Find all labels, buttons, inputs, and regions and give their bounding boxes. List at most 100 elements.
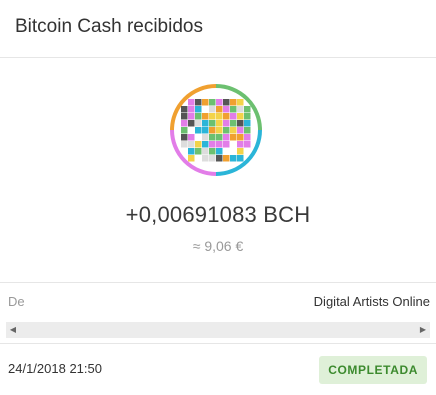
avatar — [166, 80, 266, 180]
identicon-pixel — [188, 127, 195, 134]
identicon-pixel — [202, 148, 209, 155]
identicon-pixel — [202, 155, 209, 162]
from-label: De — [8, 294, 25, 309]
identicon-pixel — [195, 134, 202, 141]
identicon-pixel — [230, 120, 237, 127]
identicon-pixel — [195, 155, 202, 162]
identicon-pixel — [188, 99, 195, 106]
identicon-pixel — [223, 134, 230, 141]
identicon-pixel — [244, 113, 251, 120]
identicon-pixel — [237, 127, 244, 134]
footer: 24/1/2018 21:50 COMPLETADA — [0, 343, 436, 395]
identicon-pixel — [188, 141, 195, 148]
identicon-pixel — [202, 99, 209, 106]
identicon-pixel — [216, 106, 223, 113]
identicon-pixel — [188, 134, 195, 141]
identicon-pixel — [230, 141, 237, 148]
identicon-pixel — [202, 134, 209, 141]
identicon-pixel — [230, 155, 237, 162]
identicon-pixel — [202, 113, 209, 120]
identicon-pixel — [237, 148, 244, 155]
identicon-pixel — [188, 113, 195, 120]
identicon-pixel — [237, 106, 244, 113]
identicon-avatar-icon — [170, 84, 262, 176]
identicon-pixel — [202, 127, 209, 134]
identicon-pixel — [223, 141, 230, 148]
identicon-pixel — [209, 106, 216, 113]
identicon-pixel — [209, 155, 216, 162]
identicon-pixel — [223, 120, 230, 127]
identicon-pixel — [202, 141, 209, 148]
identicon-pixel — [230, 148, 237, 155]
scroll-left-arrow-icon[interactable]: ◀ — [6, 322, 20, 338]
identicon-pixel — [181, 127, 188, 134]
identicon-pixel — [188, 106, 195, 113]
page-title: Bitcoin Cash recibidos — [15, 16, 203, 37]
identicon-pixel — [188, 148, 195, 155]
identicon-pixel — [209, 120, 216, 127]
identicon-pixel — [230, 127, 237, 134]
identicon-pixel — [209, 134, 216, 141]
identicon-pixel — [216, 134, 223, 141]
identicon-pixel — [230, 99, 237, 106]
identicon-pixel — [195, 99, 202, 106]
identicon-pixel — [223, 148, 230, 155]
identicon-pixel — [237, 99, 244, 106]
identicon-pixel — [244, 134, 251, 141]
from-row: De Digital Artists Online — [0, 282, 436, 320]
identicon-pixel — [195, 106, 202, 113]
identicon-pixel — [216, 99, 223, 106]
identicon-pixel — [195, 148, 202, 155]
scrollbar-track[interactable] — [20, 324, 416, 336]
identicon-pixel — [181, 141, 188, 148]
identicon-pixel — [181, 106, 188, 113]
identicon-pixel — [237, 134, 244, 141]
identicon-pixel — [237, 113, 244, 120]
header: Bitcoin Cash recibidos — [0, 0, 436, 58]
identicon-pixel — [188, 155, 195, 162]
identicon-pixel — [244, 106, 251, 113]
identicon-pixel — [223, 106, 230, 113]
horizontal-scrollbar[interactable]: ◀ ▶ — [6, 322, 430, 338]
identicon-pixel — [181, 113, 188, 120]
identicon-pixel — [181, 120, 188, 127]
status-badge: COMPLETADA — [319, 356, 427, 384]
identicon-pixel — [216, 120, 223, 127]
identicon-pixel — [223, 127, 230, 134]
identicon-pixel — [237, 120, 244, 127]
identicon-pixel — [216, 113, 223, 120]
identicon-pixel — [223, 99, 230, 106]
identicon-pixel — [188, 120, 195, 127]
identicon-pixel — [181, 134, 188, 141]
identicon-pixel — [209, 141, 216, 148]
identicon-pixel — [195, 113, 202, 120]
identicon-pixel — [230, 134, 237, 141]
amount: +0,00691083 BCH — [125, 202, 311, 227]
from-value: Digital Artists Online — [313, 294, 430, 309]
identicon-pixel — [244, 141, 251, 148]
identicon-pixel — [209, 148, 216, 155]
identicon-pixel — [209, 99, 216, 106]
identicon-pixel — [244, 120, 251, 127]
fiat-amount: ≈ 9,06 € — [192, 238, 244, 254]
identicon-pixel — [202, 106, 209, 113]
identicon-pixel — [195, 127, 202, 134]
identicon-pixel — [237, 141, 244, 148]
identicon-pixel — [230, 113, 237, 120]
identicon-pixel — [223, 155, 230, 162]
identicon-pixel — [209, 127, 216, 134]
identicon-pixel — [216, 148, 223, 155]
identicon-pixel — [195, 120, 202, 127]
identicon-pixel — [202, 120, 209, 127]
identicon-pixel — [237, 155, 244, 162]
identicon-pixel — [216, 155, 223, 162]
identicon-pixel — [223, 113, 230, 120]
identicon-pixel — [244, 127, 251, 134]
identicon-pixel — [216, 141, 223, 148]
identicon-pixel — [195, 141, 202, 148]
identicon-pixel — [216, 127, 223, 134]
transaction-date: 24/1/2018 21:50 — [8, 361, 102, 376]
identicon-pixel — [230, 106, 237, 113]
scroll-right-arrow-icon[interactable]: ▶ — [416, 322, 430, 338]
identicon-pixel — [209, 113, 216, 120]
